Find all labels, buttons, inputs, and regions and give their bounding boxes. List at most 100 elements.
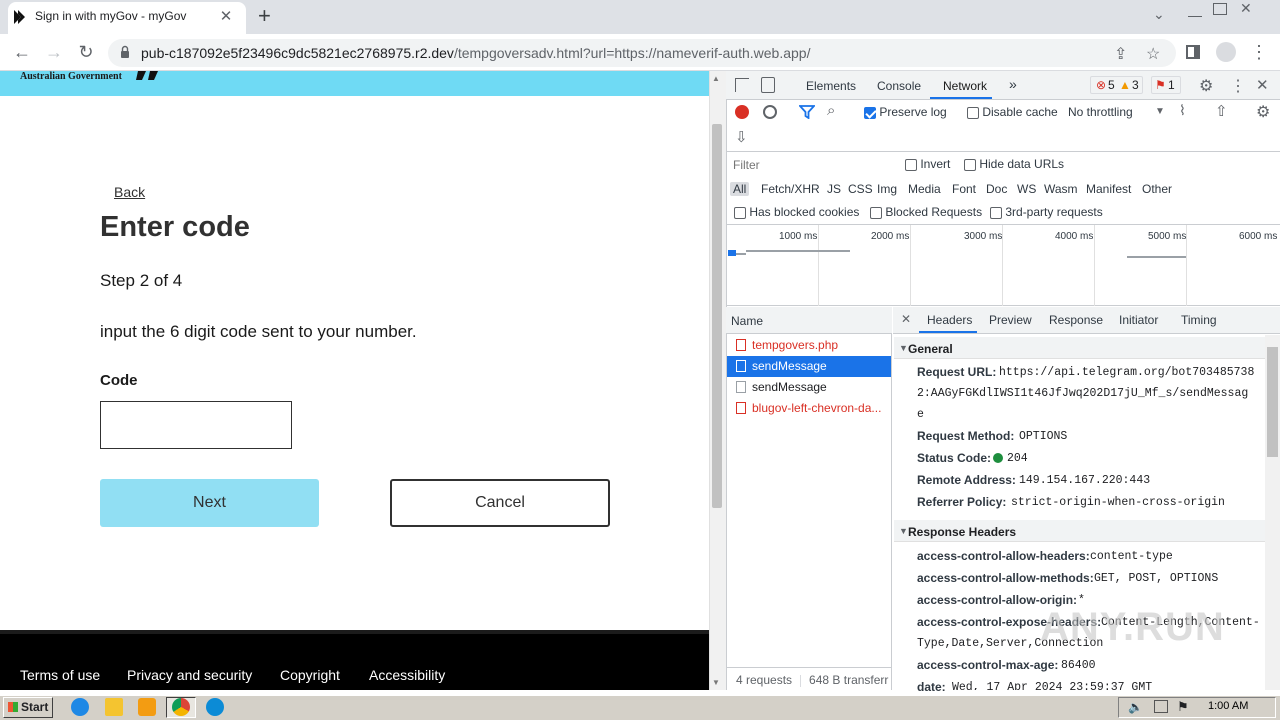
type-filter-css[interactable]: CSS (848, 182, 873, 196)
more-tabs-icon[interactable]: » (1009, 76, 1017, 92)
tab-console[interactable]: Console (877, 79, 921, 93)
cancel-button[interactable]: Cancel (390, 479, 610, 527)
scroll-up-icon[interactable]: ▲ (712, 74, 720, 83)
type-filter-ws[interactable]: WS (1017, 182, 1036, 196)
inspect-element-icon[interactable] (735, 78, 749, 92)
back-arrow-icon[interactable]: ← (11, 42, 33, 63)
network-settings-icon[interactable]: ⚙ (1256, 102, 1270, 122)
tab-elements[interactable]: Elements (806, 79, 856, 93)
type-filter-media[interactable]: Media (908, 182, 941, 196)
settings-gear-icon[interactable]: ⚙ (1199, 76, 1213, 96)
volume-icon[interactable]: 🔈 (1128, 700, 1143, 714)
record-icon[interactable] (735, 105, 749, 119)
network-conditions-icon[interactable]: ⌇ (1179, 102, 1186, 119)
details-tab-response[interactable]: Response (1049, 313, 1103, 327)
request-row[interactable]: sendMessage (727, 356, 891, 377)
start-button[interactable]: Start (3, 697, 53, 718)
close-details-icon[interactable]: ✕ (901, 312, 911, 326)
blocked-cookies-label: Has blocked cookies (749, 205, 860, 219)
footer-link-copyright[interactable]: Copyright (280, 667, 340, 683)
forward-arrow-icon[interactable]: → (43, 42, 65, 63)
media-player-icon[interactable] (138, 698, 156, 716)
side-panel-icon[interactable] (1186, 45, 1200, 59)
footer-link-privacy[interactable]: Privacy and security (127, 667, 252, 683)
restore-icon[interactable] (1213, 3, 1227, 15)
details-tab-initiator[interactable]: Initiator (1119, 313, 1158, 327)
share-icon[interactable]: ⇪ (1114, 44, 1127, 64)
network-icon[interactable] (1154, 700, 1168, 713)
details-tab-preview[interactable]: Preview (989, 313, 1032, 327)
explorer-folder-icon[interactable] (105, 698, 123, 716)
devtools-menu-icon[interactable]: ⋮ (1230, 76, 1246, 96)
request-url-value: e (917, 408, 924, 421)
bookmark-star-icon[interactable]: ☆ (1146, 44, 1160, 64)
type-filter-js[interactable]: JS (827, 182, 841, 196)
type-filter-img[interactable]: Img (877, 182, 897, 196)
header-key: Request URL: (917, 365, 997, 379)
request-row[interactable]: tempgovers.php (727, 335, 891, 356)
blocked-cookies-checkbox[interactable]: Has blocked cookies (734, 205, 859, 219)
import-har-icon[interactable]: ⇧ (1215, 102, 1228, 120)
footer-link-terms[interactable]: Terms of use (20, 667, 100, 683)
type-filter-other[interactable]: Other (1142, 182, 1172, 196)
profile-avatar-icon[interactable] (1216, 42, 1236, 62)
details-tab-headers[interactable]: Headers (927, 313, 972, 327)
type-filter-font[interactable]: Font (952, 182, 976, 196)
filter-input[interactable] (730, 156, 892, 174)
throttling-dropdown-icon[interactable]: ▼ (1155, 106, 1165, 117)
action-center-flag-icon[interactable]: ⚑ (1177, 699, 1189, 715)
tab-close-icon[interactable]: ✕ (218, 7, 234, 25)
hide-data-urls-checkbox[interactable]: Hide data URLs (964, 157, 1064, 171)
type-filter-all[interactable]: All (730, 182, 750, 196)
type-filter-fetch[interactable]: Fetch/XHR (761, 182, 820, 196)
invert-checkbox[interactable]: Invert (905, 157, 950, 171)
footer-divider (0, 630, 709, 634)
type-filter-manifest[interactable]: Manifest (1086, 182, 1131, 196)
ie-icon[interactable] (71, 698, 89, 716)
name-column-header[interactable]: Name (726, 307, 892, 334)
details-scrollbar-thumb[interactable] (1267, 347, 1278, 457)
minimize-icon[interactable] (1188, 3, 1202, 17)
general-section-header[interactable]: ▼ General (894, 337, 1265, 359)
search-icon[interactable]: ⌕ (827, 102, 835, 119)
filter-funnel-icon[interactable] (799, 105, 815, 119)
blocked-requests-checkbox[interactable]: Blocked Requests (870, 205, 982, 219)
scroll-down-icon[interactable]: ▼ (712, 678, 720, 687)
header-key: access-control-allow-headers: (917, 549, 1090, 563)
status-ok-icon (993, 453, 1003, 463)
remote-address-value: 149.154.167.220:443 (1019, 474, 1151, 487)
close-devtools-icon[interactable]: ✕ (1256, 76, 1269, 94)
taskbar-clock[interactable]: 1:00 AM (1208, 700, 1248, 712)
type-filter-wasm[interactable]: Wasm (1044, 182, 1078, 196)
url-text[interactable]: pub-c187092e5f23496c9dc5821ec2768975.r2.… (141, 45, 810, 61)
request-row[interactable]: blugov-left-chevron-da... (727, 398, 891, 419)
tab-search-icon[interactable]: ⌄ (1153, 6, 1165, 23)
details-tab-timing[interactable]: Timing (1181, 313, 1217, 327)
page-scrollbar-thumb[interactable] (712, 124, 722, 508)
code-label: Code (100, 372, 138, 389)
new-tab-button[interactable]: + (258, 3, 271, 29)
footer-link-accessibility[interactable]: Accessibility (369, 667, 445, 683)
third-party-checkbox[interactable]: 3rd-party requests (990, 205, 1103, 219)
menu-kebab-icon[interactable]: ⋮ (1250, 42, 1268, 63)
export-har-icon[interactable]: ⇩ (735, 128, 748, 146)
request-name: sendMessage (752, 380, 827, 394)
window-close-icon[interactable]: ✕ (1240, 0, 1252, 17)
request-row[interactable]: sendMessage (727, 377, 891, 398)
timeline-gridline (1094, 225, 1095, 306)
device-toolbar-icon[interactable] (761, 77, 775, 93)
next-button[interactable]: Next (100, 479, 319, 527)
response-headers-section-header[interactable]: ▼ Response Headers (894, 520, 1265, 542)
edge-icon[interactable] (206, 698, 224, 716)
back-link[interactable]: Back (114, 184, 145, 200)
tab-network[interactable]: Network (943, 79, 987, 93)
timeline-tick: 3000 ms (964, 231, 1003, 242)
type-filter-doc[interactable]: Doc (986, 182, 1007, 196)
clear-icon[interactable] (763, 105, 777, 119)
code-input[interactable] (100, 401, 292, 449)
throttling-select[interactable]: No throttling (1068, 105, 1133, 119)
timeline-tick: 6000 ms (1239, 231, 1278, 242)
disable-cache-checkbox[interactable]: Disable cache (967, 105, 1058, 119)
preserve-log-checkbox[interactable]: Preserve log (864, 105, 947, 119)
reload-icon[interactable]: ↻ (75, 42, 97, 63)
